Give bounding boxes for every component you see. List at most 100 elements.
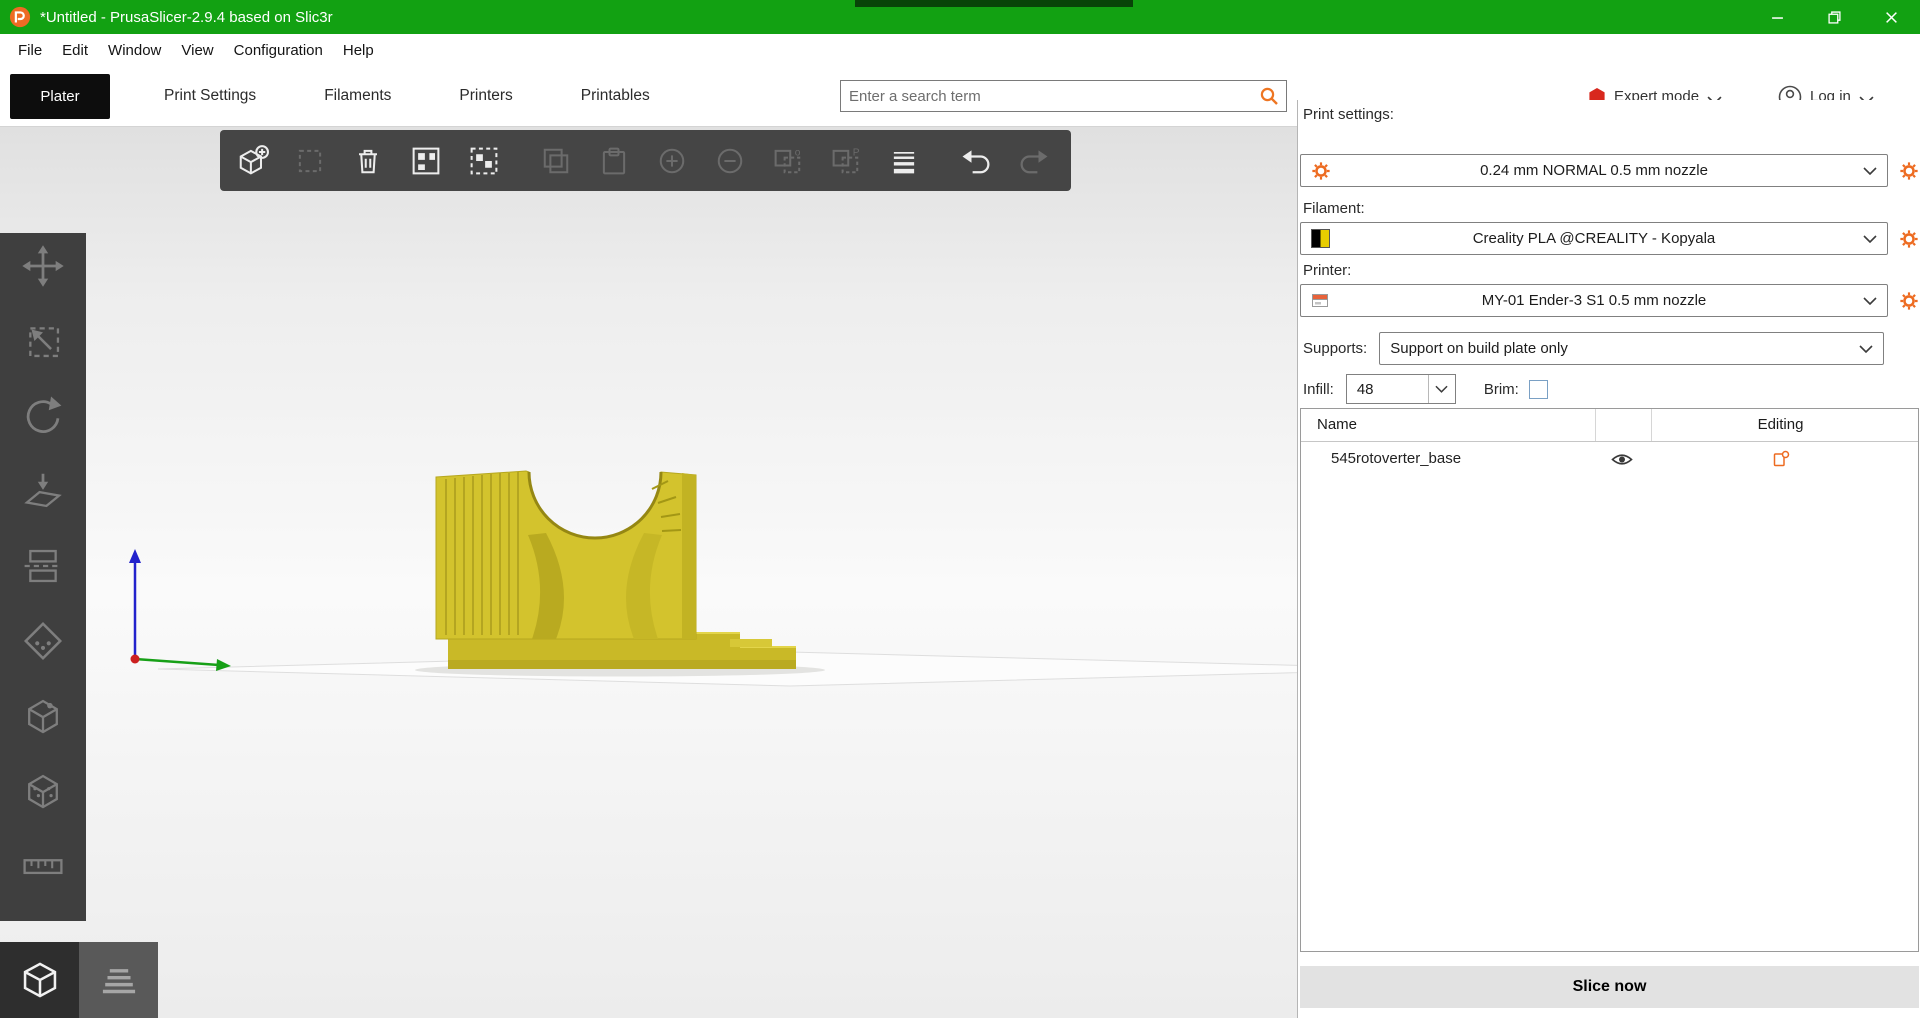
menu-bar: File Edit Window View Configuration Help	[0, 34, 1920, 66]
3d-viewport[interactable]: oP	[0, 127, 1297, 1018]
tab-printables[interactable]: Printables	[547, 87, 684, 105]
paint-supports-icon[interactable]	[20, 618, 66, 664]
close-icon	[1886, 11, 1897, 23]
seam-icon[interactable]	[20, 693, 66, 739]
search-input[interactable]	[841, 87, 1259, 105]
print-settings-row: 0.24 mm NORMAL 0.5 mm nozzle	[1300, 154, 1920, 187]
print-settings-gear-button[interactable]	[1897, 159, 1920, 183]
minimize-icon	[1772, 16, 1783, 19]
redo-icon[interactable]	[1016, 143, 1052, 179]
chevron-down-icon	[1863, 234, 1877, 243]
restore-icon	[1828, 10, 1841, 24]
slice-now-button[interactable]: Slice now	[1300, 966, 1919, 1008]
brim-checkbox[interactable]	[1528, 379, 1548, 399]
editing-icon[interactable]	[1653, 450, 1908, 468]
printer-gear-button[interactable]	[1897, 289, 1920, 313]
menu-edit[interactable]: Edit	[52, 42, 98, 59]
arrange-bed-icon[interactable]	[466, 143, 502, 179]
chevron-down-icon	[1859, 344, 1873, 353]
printer-icon	[1311, 292, 1329, 310]
rotate-icon[interactable]	[20, 393, 66, 439]
menu-file[interactable]: File	[8, 42, 52, 59]
editor-3d-icon[interactable]	[0, 942, 79, 1018]
gear-icon	[1900, 161, 1918, 180]
menu-configuration[interactable]: Configuration	[224, 42, 333, 59]
tab-plater[interactable]: Plater	[10, 74, 110, 119]
fuzzy-skin-icon[interactable]	[20, 768, 66, 814]
infill-brim-row: Infill: 48 Brim:	[1303, 374, 1548, 404]
right-sidebar: Print settings: 0.24 mm NORMAL 0.5 mm no…	[1297, 100, 1920, 1018]
left-toolbar	[0, 233, 86, 921]
filament-label: Filament:	[1303, 200, 1365, 217]
arrange-icon[interactable]	[408, 143, 444, 179]
object-row[interactable]: 545rotoverter_base	[1301, 442, 1918, 476]
printer-combo[interactable]: MY-01 Ender-3 S1 0.5 mm nozzle	[1300, 284, 1888, 317]
print-settings-label: Print settings:	[1303, 106, 1394, 123]
place-on-face-icon[interactable]	[20, 468, 66, 514]
gear-icon	[1311, 161, 1331, 181]
infill-combo[interactable]: 48	[1345, 374, 1456, 404]
menu-window[interactable]: Window	[98, 42, 171, 59]
search-icon[interactable]	[1259, 86, 1279, 106]
object-list: Name Editing 545rotoverter_base	[1300, 408, 1919, 952]
tab-print-settings[interactable]: Print Settings	[130, 87, 290, 105]
delete-icon[interactable]	[292, 143, 328, 179]
close-button[interactable]	[1863, 0, 1920, 34]
chevron-down-icon	[1863, 166, 1877, 175]
window-title: *Untitled - PrusaSlicer-2.9.4 based on S…	[40, 8, 333, 26]
printer-row: MY-01 Ender-3 S1 0.5 mm nozzle	[1300, 284, 1920, 317]
visibility-eye-icon[interactable]	[1611, 452, 1633, 467]
move-icon[interactable]	[20, 243, 66, 289]
top-toolbar: oP	[220, 130, 1071, 191]
copy-icon[interactable]	[538, 143, 574, 179]
add-object-icon[interactable]	[234, 143, 270, 179]
chevron-down-icon	[1427, 375, 1455, 403]
undo-icon[interactable]	[958, 143, 994, 179]
filament-gear-button[interactable]	[1897, 227, 1920, 251]
object-list-header: Name Editing	[1301, 409, 1918, 442]
supports-combo[interactable]: Support on build plate only	[1379, 332, 1885, 365]
model-545rotoverter_base[interactable]	[430, 463, 805, 675]
svg-text:o: o	[795, 147, 801, 158]
minimize-button[interactable]	[1749, 0, 1806, 34]
search-box	[840, 80, 1287, 112]
chevron-down-icon	[1863, 296, 1877, 305]
printer-value: MY-01 Ender-3 S1 0.5 mm nozzle	[1481, 292, 1707, 309]
remove-instance-icon[interactable]	[712, 143, 748, 179]
object-name: 545rotoverter_base	[1331, 450, 1462, 467]
add-instance-icon[interactable]	[654, 143, 690, 179]
filament-value: Creality PLA @CREALITY - Kopyala	[1472, 230, 1716, 247]
prusaslicer-window: *Untitled - PrusaSlicer-2.9.4 based on S…	[0, 0, 1920, 1018]
paste-icon[interactable]	[596, 143, 632, 179]
supports-value: Support on build plate only	[1390, 340, 1568, 357]
cut-icon[interactable]	[20, 543, 66, 589]
tab-printers[interactable]: Printers	[425, 87, 546, 105]
axes-gizmo	[129, 549, 231, 671]
split-parts-icon[interactable]: P	[828, 143, 864, 179]
title-bar: *Untitled - PrusaSlicer-2.9.4 based on S…	[0, 0, 1920, 34]
restore-button[interactable]	[1806, 0, 1863, 34]
print-settings-combo[interactable]: 0.24 mm NORMAL 0.5 mm nozzle	[1300, 154, 1888, 187]
column-header-name: Name	[1317, 416, 1358, 433]
infill-label: Infill:	[1303, 380, 1334, 398]
filament-color-swatch	[1311, 229, 1330, 248]
layer-height-icon[interactable]	[886, 143, 922, 179]
scale-icon[interactable]	[20, 318, 66, 364]
tab-filaments[interactable]: Filaments	[290, 87, 425, 105]
measure-icon[interactable]	[20, 843, 66, 889]
gear-icon	[1900, 291, 1918, 310]
column-divider	[1595, 409, 1596, 441]
view-mode-buttons	[0, 942, 158, 1018]
menu-help[interactable]: Help	[333, 42, 384, 59]
menu-view[interactable]: View	[171, 42, 223, 59]
infill-value: 48	[1356, 380, 1374, 398]
filament-combo[interactable]: Creality PLA @CREALITY - Kopyala	[1300, 222, 1888, 255]
prusaslicer-logo-icon	[9, 6, 31, 28]
column-header-editing: Editing	[1757, 416, 1804, 433]
brim-label: Brim:	[1483, 380, 1519, 398]
window-controls	[1749, 0, 1920, 34]
delete-all-icon[interactable]	[350, 143, 386, 179]
preview-layers-icon[interactable]	[79, 942, 158, 1018]
supports-label: Supports:	[1303, 340, 1368, 357]
split-objects-icon[interactable]: o	[770, 143, 806, 179]
